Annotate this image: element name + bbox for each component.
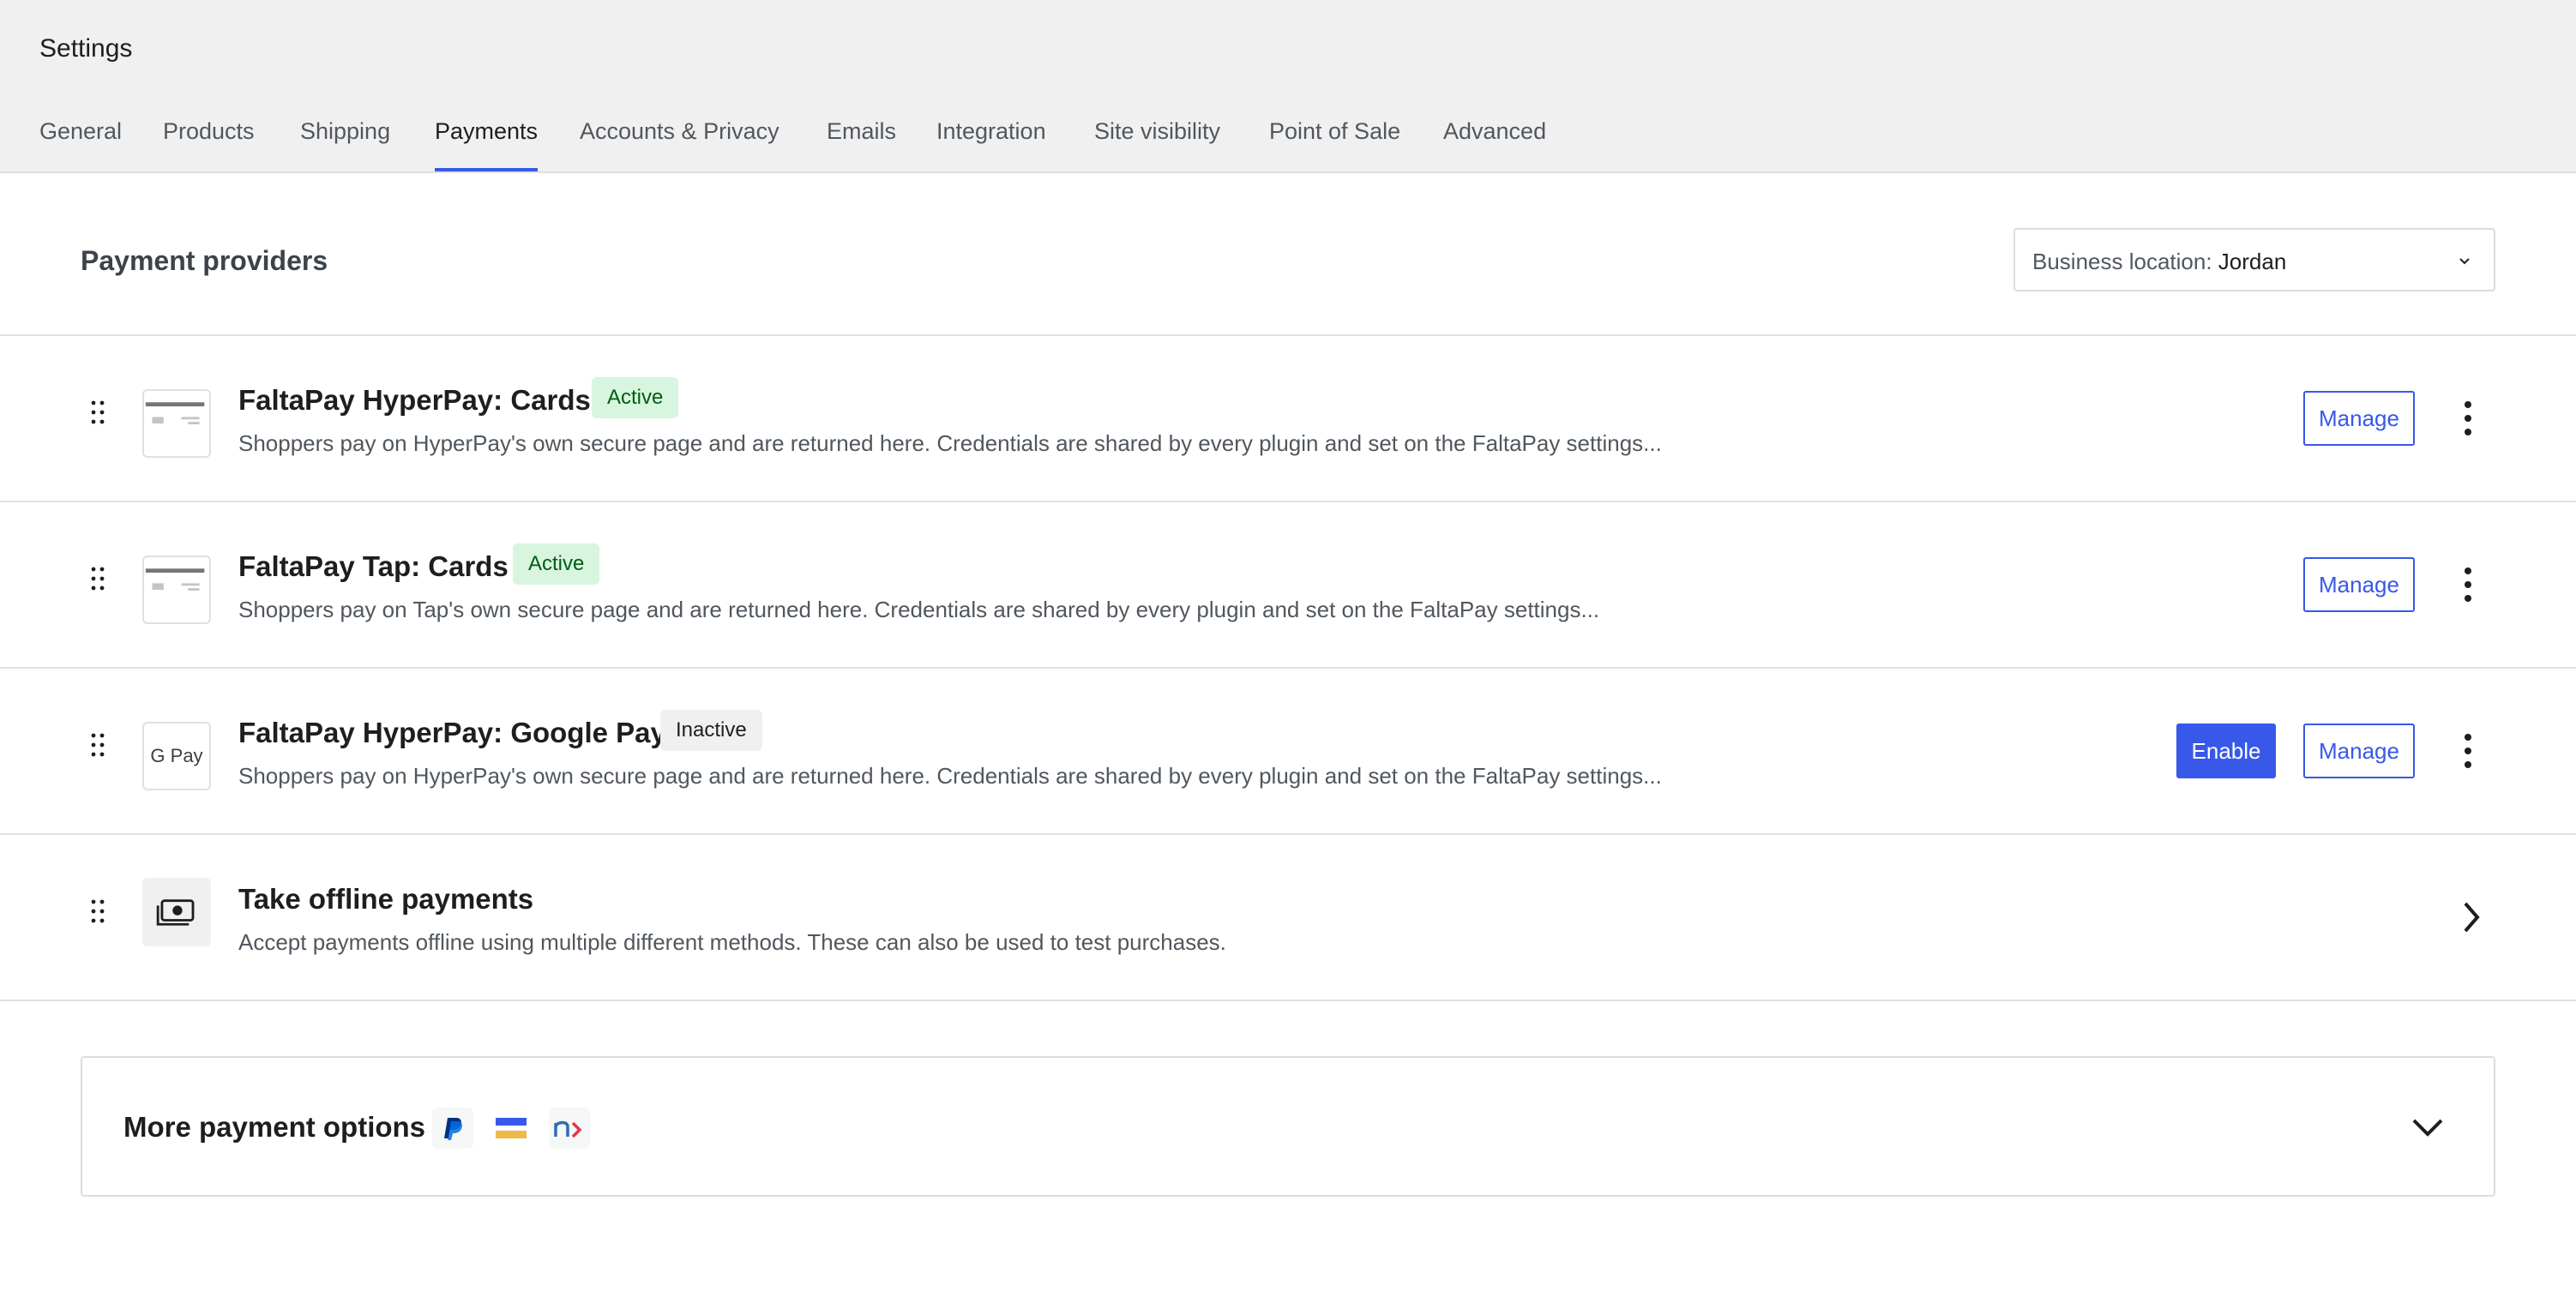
stripe-flag-icon: [491, 1108, 532, 1149]
google-pay-logo-text: G Pay: [150, 745, 203, 766]
manage-button[interactable]: Manage: [2303, 391, 2415, 446]
tab-point-of-sale[interactable]: Point of Sale: [1269, 118, 1400, 170]
more-actions-icon[interactable]: [2458, 566, 2478, 603]
payment-providers-title: Payment providers: [81, 245, 328, 276]
google-pay-icon: G Pay: [142, 722, 211, 790]
provider-name: FaltaPay Tap: Cards: [238, 550, 509, 582]
manage-button[interactable]: Manage: [2303, 557, 2415, 612]
provider-name: FaltaPay HyperPay: Google Pay: [238, 717, 666, 748]
enable-button[interactable]: Enable: [2176, 724, 2276, 778]
more-payment-options[interactable]: More payment options: [81, 1056, 2495, 1197]
page-title: Settings: [39, 34, 133, 63]
provider-description: Shoppers pay on HyperPay's own secure pa…: [238, 763, 1662, 789]
nexi-icon: [549, 1108, 590, 1149]
business-location-label: Business location:: [2032, 249, 2212, 274]
chevron-down-icon[interactable]: [2411, 1116, 2444, 1138]
tab-products[interactable]: Products: [163, 118, 255, 170]
provider-name: FaltaPay HyperPay: Cards: [238, 384, 591, 416]
provider-description: Shoppers pay on Tap's own secure page an…: [238, 597, 1600, 622]
status-badge: Active: [513, 543, 600, 585]
tab-site-visibility[interactable]: Site visibility: [1094, 118, 1220, 170]
tab-integration[interactable]: Integration: [936, 118, 1046, 170]
card-icon: [142, 389, 211, 458]
drag-handle-icon[interactable]: [89, 566, 106, 591]
business-location-select[interactable]: Business location: Jordan: [2013, 228, 2495, 291]
more-actions-icon[interactable]: [2458, 399, 2478, 437]
status-badge: Inactive: [660, 710, 762, 751]
provider-description: Shoppers pay on HyperPay's own secure pa…: [238, 430, 1662, 456]
tab-general[interactable]: General: [39, 118, 122, 170]
tab-accounts-privacy[interactable]: Accounts & Privacy: [580, 118, 779, 170]
provider-name: Take offline payments: [238, 883, 534, 915]
status-badge: Active: [592, 377, 679, 418]
tab-advanced[interactable]: Advanced: [1443, 118, 1546, 170]
chevron-down-icon: [2459, 258, 2470, 265]
drag-handle-icon[interactable]: [89, 732, 106, 758]
drag-handle-icon[interactable]: [89, 399, 106, 425]
provider-row-hyperpay-google-pay: G Pay FaltaPay HyperPay: Google Pay Inac…: [0, 669, 2576, 833]
card-icon: [142, 555, 211, 624]
manage-button[interactable]: Manage: [2303, 724, 2415, 778]
business-location-value: Jordan: [2218, 249, 2287, 274]
cash-icon: [142, 878, 211, 946]
more-actions-icon[interactable]: [2458, 732, 2478, 770]
drag-handle-icon[interactable]: [89, 898, 106, 924]
provider-row-offline-payments[interactable]: Take offline payments Accept payments of…: [0, 835, 2576, 1000]
settings-header: Settings General Products Shipping Payme…: [0, 0, 2576, 173]
settings-tabs: General Products Shipping Payments Accou…: [0, 118, 2576, 171]
more-payment-options-title: More payment options: [123, 1111, 426, 1143]
tab-emails[interactable]: Emails: [827, 118, 896, 170]
paypal-icon: [432, 1108, 473, 1149]
business-location-text: Business location: Jordan: [2032, 249, 2286, 275]
provider-row-hyperpay-cards: FaltaPay HyperPay: Cards Active Shoppers…: [0, 336, 2576, 501]
tab-shipping[interactable]: Shipping: [300, 118, 390, 170]
divider: [0, 1000, 2576, 1001]
provider-description: Accept payments offline using multiple d…: [238, 929, 1226, 955]
chevron-right-icon[interactable]: [2461, 900, 2482, 934]
provider-row-tap-cards: FaltaPay Tap: Cards Active Shoppers pay …: [0, 502, 2576, 667]
tab-payments[interactable]: Payments: [435, 118, 539, 171]
